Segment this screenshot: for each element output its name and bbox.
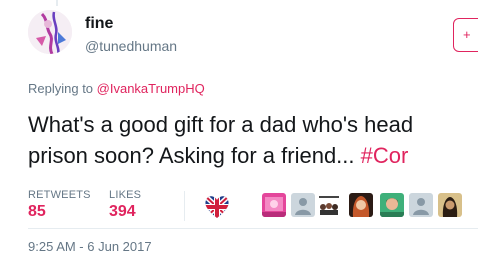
user-handle[interactable]: @tunedhuman [85, 38, 177, 54]
default-egg-avatar-icon[interactable] [291, 193, 315, 217]
thread-connector [56, 0, 58, 6]
heart-flag-avatar-icon[interactable] [203, 194, 231, 220]
tweet-text-line-2: prison soon? Asking for a friend... [28, 143, 361, 168]
user-avatar[interactable] [28, 10, 72, 54]
likes-label[interactable]: LIKES [109, 189, 141, 201]
retweets-count[interactable]: 85 [28, 203, 46, 221]
follow-icon: + [463, 27, 471, 42]
tweet-detail: fine @tunedhuman + Replying to @IvankaTr… [0, 0, 478, 269]
hashtag-link[interactable]: #Cor [361, 143, 409, 168]
replying-to-label: Replying to [28, 81, 97, 96]
stats-divider [184, 191, 185, 221]
replying-to-line: Replying to @IvankaTrumpHQ [28, 81, 205, 96]
display-name[interactable]: fine [85, 15, 113, 33]
pink-avatar-icon[interactable] [262, 193, 286, 217]
tweet-text-line-1: What's a good gift for a dad who's head [28, 112, 414, 137]
retweets-label[interactable]: RETWEETS [28, 189, 91, 201]
tweet-timestamp[interactable]: 9:25 AM - 6 Jun 2017 [28, 239, 152, 254]
replying-to-mention-link[interactable]: @IvankaTrumpHQ [97, 81, 205, 96]
green-avatar-icon[interactable] [380, 193, 404, 217]
follow-button[interactable]: + [453, 18, 478, 52]
likes-count[interactable]: 394 [109, 203, 136, 221]
avatar-illustration-icon [28, 10, 72, 54]
default-egg-avatar-icon[interactable] [409, 193, 433, 217]
tweet-text: What's a good gift for a dad who's head … [28, 109, 478, 171]
movie-poster-avatar-icon[interactable] [317, 193, 341, 217]
portrait-avatar-icon[interactable] [438, 193, 462, 217]
timestamp-divider [28, 228, 478, 229]
redhead-avatar-icon[interactable] [349, 193, 373, 217]
